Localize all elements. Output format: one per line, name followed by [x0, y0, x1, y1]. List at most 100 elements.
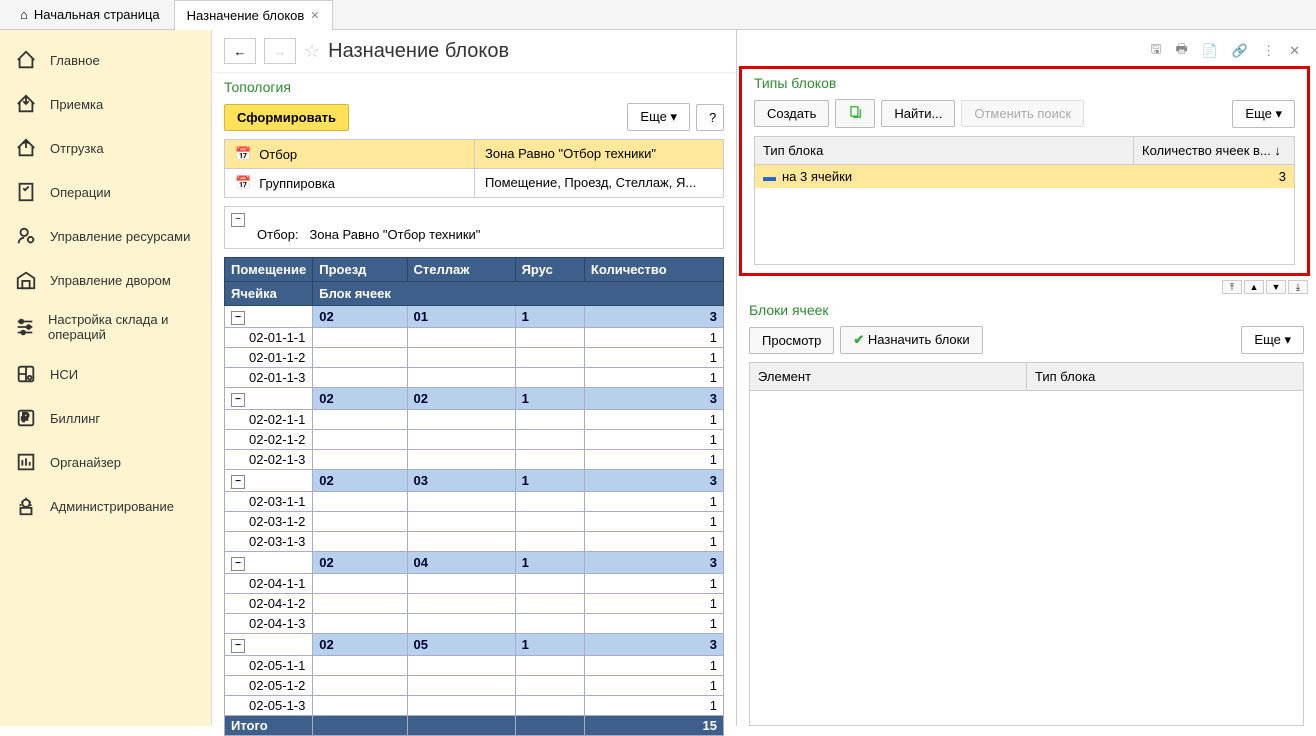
sidebar-item-billing[interactable]: ₽ Биллинг — [0, 396, 211, 440]
close-panel-icon[interactable]: ✕ — [1285, 41, 1304, 61]
close-icon[interactable]: ✕ — [310, 9, 319, 22]
tab-home-label: Начальная страница — [34, 7, 160, 22]
more-button-types[interactable]: Еще ▾ — [1232, 100, 1295, 128]
col-aisle: Проезд — [313, 258, 407, 282]
block-type-row[interactable]: ▬ на 3 ячейки 3 — [755, 165, 1294, 188]
block-type-cells: 3 — [1136, 169, 1286, 184]
grouping-row[interactable]: 📅Группировка Помещение, Проезд, Стеллаж,… — [225, 169, 723, 197]
table-row[interactable]: 02-01-1-21 — [225, 348, 724, 368]
expand-toggle[interactable]: − — [231, 311, 245, 325]
sidebar-item-label: Управление двором — [50, 273, 171, 288]
col-cell-count[interactable]: Количество ячеек в... ↓ — [1134, 137, 1294, 164]
col-block-type-2[interactable]: Тип блока — [1027, 363, 1303, 390]
table-row[interactable]: 02-02-1-21 — [225, 430, 724, 450]
export-icon[interactable]: 📄 — [1198, 41, 1222, 61]
find-button[interactable]: Найти... — [881, 100, 955, 127]
col-tier: Ярус — [515, 258, 584, 282]
cancel-search-button[interactable]: Отменить поиск — [961, 100, 1084, 127]
topology-table: Помещение Проезд Стеллаж Ярус Количество… — [224, 257, 724, 736]
print-icon[interactable]: 🖶 — [1171, 38, 1191, 64]
form-button[interactable]: Сформировать — [224, 104, 349, 131]
forward-button[interactable]: → — [264, 38, 296, 64]
col-cell: Ячейка — [225, 282, 313, 306]
tab-home[interactable]: ⌂ Начальная страница — [8, 0, 172, 30]
sidebar-item-shipping[interactable]: Отгрузка — [0, 126, 211, 170]
move-up-icon[interactable]: ▲ — [1244, 280, 1264, 294]
database-icon — [14, 362, 38, 386]
gear-icon — [14, 494, 38, 518]
table-row[interactable]: 02-05-1-31 — [225, 696, 724, 716]
sidebar-item-receiving[interactable]: Приемка — [0, 82, 211, 126]
expand-toggle[interactable]: − — [231, 393, 245, 407]
sidebar-item-label: Операции — [50, 185, 111, 200]
col-element[interactable]: Элемент — [750, 363, 1027, 390]
sidebar-item-nsi[interactable]: НСИ — [0, 352, 211, 396]
link-icon[interactable]: 🔗 — [1228, 41, 1252, 61]
help-button[interactable]: ? — [696, 104, 724, 131]
sidebar-item-operations[interactable]: Операции — [0, 170, 211, 214]
sidebar-item-warehouse-settings[interactable]: Настройка склада и операций — [0, 302, 211, 352]
filter-value: Зона Равно "Отбор техники" — [475, 140, 723, 168]
table-row[interactable]: 02-03-1-21 — [225, 512, 724, 532]
table-row[interactable]: 02-04-1-31 — [225, 614, 724, 634]
sidebar-item-label: Биллинг — [50, 411, 100, 426]
table-row[interactable]: 02-04-1-11 — [225, 574, 724, 594]
tab-active[interactable]: Назначение блоков ✕ — [174, 0, 333, 30]
sidebar-item-organizer[interactable]: Органайзер — [0, 440, 211, 484]
col-rack: Стеллаж — [407, 258, 515, 282]
view-button[interactable]: Просмотр — [749, 327, 834, 354]
assign-blocks-button[interactable]: ✔ Назначить блоки — [840, 326, 982, 354]
col-qty: Количество — [584, 258, 723, 282]
table-row[interactable]: 02-03-1-11 — [225, 492, 724, 512]
collapse-up-all-icon[interactable]: ⤒ — [1222, 280, 1242, 294]
move-down-icon[interactable]: ▼ — [1266, 280, 1286, 294]
table-row[interactable]: 02-05-1-21 — [225, 676, 724, 696]
topology-section-title: Топология — [212, 73, 736, 99]
user-gear-icon — [14, 224, 38, 248]
collapse-toggle[interactable]: − — [231, 213, 245, 227]
sidebar-item-label: Приемка — [50, 97, 103, 112]
expand-toggle[interactable]: − — [231, 639, 245, 653]
sidebar-item-resources[interactable]: Управление ресурсами — [0, 214, 211, 258]
star-icon[interactable]: ☆ — [304, 41, 320, 62]
col-block-type[interactable]: Тип блока — [755, 137, 1134, 164]
sidebar-item-admin[interactable]: Администрирование — [0, 484, 211, 528]
home-icon: ⌂ — [20, 7, 28, 22]
page-title: Назначение блоков — [328, 40, 509, 63]
table-row[interactable]: 02-04-1-21 — [225, 594, 724, 614]
sidebar-item-main[interactable]: Главное — [0, 38, 211, 82]
sidebar-item-yard[interactable]: Управление двором — [0, 258, 211, 302]
collapse-down-all-icon[interactable]: ⤓ — [1288, 280, 1308, 294]
filter-row[interactable]: 📅Отбор Зона Равно "Отбор техники" — [225, 140, 723, 169]
table-row[interactable]: 02-01-1-31 — [225, 368, 724, 388]
more-button-blocks[interactable]: Еще ▾ — [1241, 326, 1304, 354]
table-row[interactable]: 02-01-1-11 — [225, 328, 724, 348]
create-button[interactable]: Создать — [754, 100, 829, 127]
expand-toggle[interactable]: − — [231, 475, 245, 489]
table-row[interactable]: 02-03-1-31 — [225, 532, 724, 552]
table-row[interactable]: 02-02-1-31 — [225, 450, 724, 470]
outbox-icon — [14, 136, 38, 160]
table-group-row[interactable]: −020413 — [225, 552, 724, 574]
table-group-row[interactable]: −020513 — [225, 634, 724, 656]
table-group-row[interactable]: −020213 — [225, 388, 724, 410]
copy-button[interactable] — [835, 99, 875, 128]
money-icon: ₽ — [14, 406, 38, 430]
grouping-icon: 📅 — [235, 175, 251, 191]
more-button[interactable]: Еще ▾ — [627, 103, 690, 131]
save-icon[interactable]: 🖫 — [1146, 38, 1165, 64]
table-group-row[interactable]: −020313 — [225, 470, 724, 492]
grouping-value: Помещение, Проезд, Стеллаж, Я... — [475, 169, 723, 197]
table-row[interactable]: 02-05-1-11 — [225, 656, 724, 676]
table-row[interactable]: 02-02-1-11 — [225, 410, 724, 430]
sidebar-item-label: Администрирование — [50, 499, 174, 514]
expand-toggle[interactable]: − — [231, 557, 245, 571]
inbox-icon — [14, 92, 38, 116]
filter-icon: 📅 — [235, 146, 251, 162]
cell-blocks-body — [749, 391, 1304, 726]
kebab-icon[interactable]: ⋮ — [1258, 41, 1279, 61]
filter-summary: − Отбор: Зона Равно "Отбор техники" — [224, 206, 724, 249]
back-button[interactable]: ← — [224, 38, 256, 64]
table-group-row[interactable]: −020113 — [225, 306, 724, 328]
chart-icon — [14, 450, 38, 474]
